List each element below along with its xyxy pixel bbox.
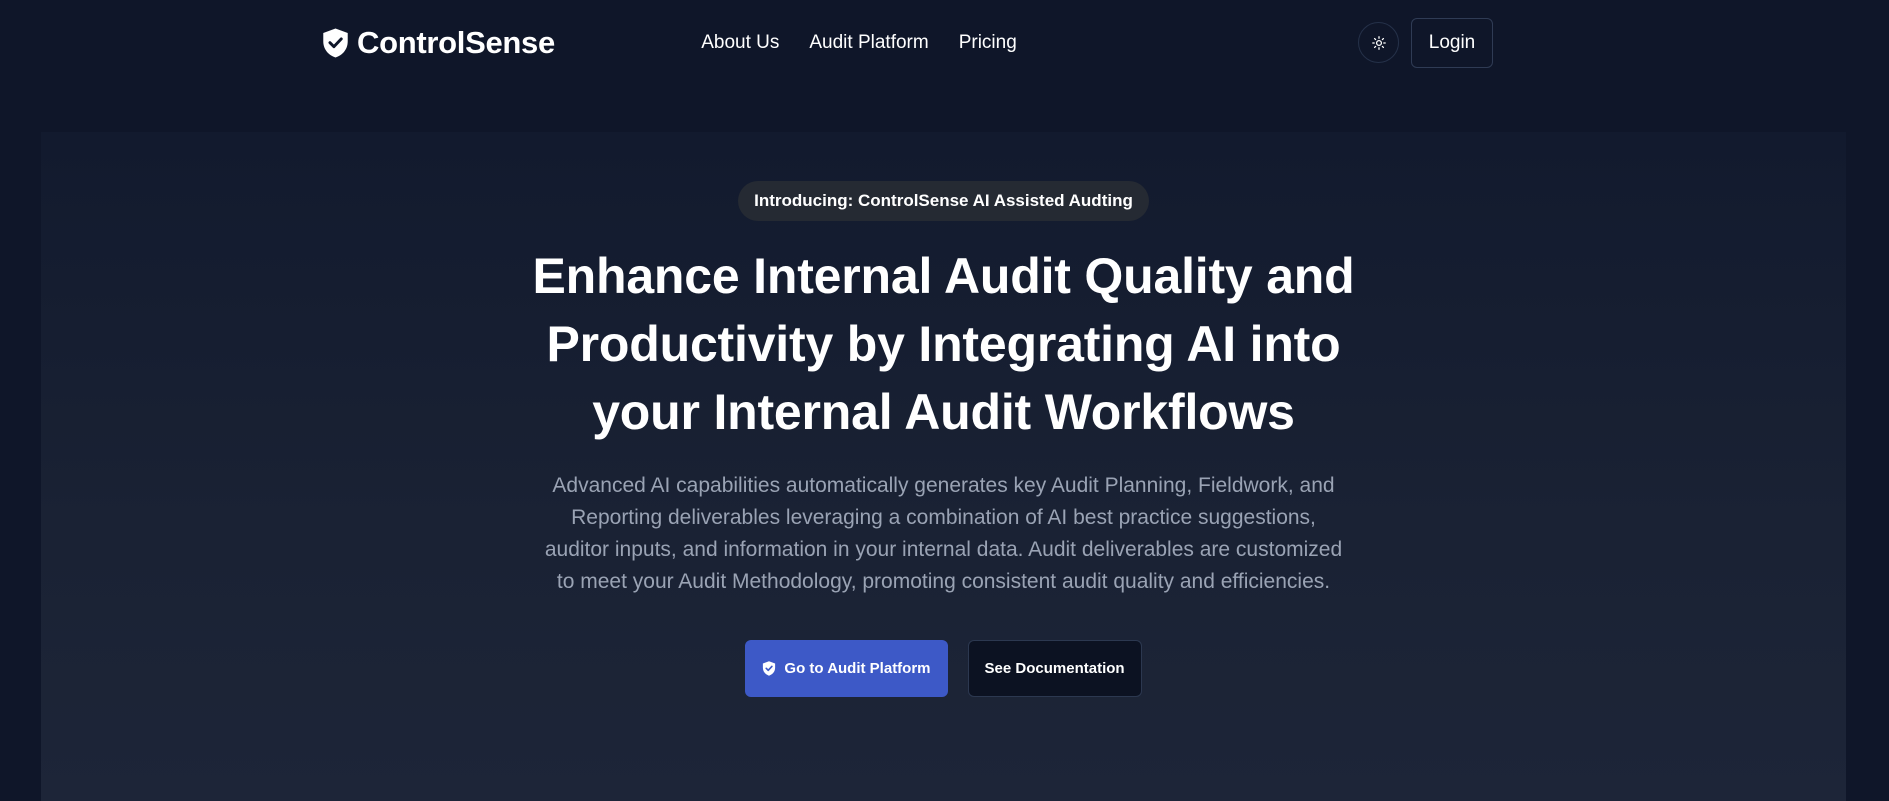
- nav-link-pricing[interactable]: Pricing: [959, 30, 1017, 56]
- shield-check-icon: [323, 28, 348, 58]
- login-button[interactable]: Login: [1411, 18, 1493, 68]
- hero-description: Advanced AI capabilities automatically g…: [544, 474, 1343, 593]
- hero-title-line-1: Enhance Internal Audit Quality and: [532, 248, 1355, 304]
- hero-content: Introducing: ControlSense AI Assisted Au…: [41, 132, 1846, 697]
- see-documentation-button[interactable]: See Documentation: [967, 640, 1142, 697]
- hero-section: Introducing: ControlSense AI Assisted Au…: [41, 132, 1846, 801]
- hero-title: Enhance Internal Audit Quality and Produ…: [494, 242, 1394, 446]
- go-to-audit-platform-label: Go to Audit Platform: [784, 660, 931, 677]
- sun-icon: [1371, 35, 1386, 50]
- main-nav: About Us Audit Platform Pricing: [0, 30, 1889, 56]
- nav-link-about-us[interactable]: About Us: [701, 30, 779, 56]
- theme-toggle-button[interactable]: [1358, 22, 1399, 63]
- go-to-audit-platform-button[interactable]: Go to Audit Platform: [745, 640, 948, 697]
- hero-title-line-3: your Internal Audit Workflows: [592, 384, 1295, 440]
- hero-title-line-2: Productivity by Integrating AI into: [546, 316, 1341, 372]
- cta-group: Go to Audit Platform See Documentation: [745, 640, 1142, 697]
- brand-logo[interactable]: ControlSense: [322, 22, 555, 64]
- shield-check-icon: [763, 661, 776, 676]
- site-header: ControlSense About Us Audit Platform Pri…: [0, 0, 1889, 86]
- brand-name: ControlSense: [357, 25, 555, 60]
- nav-link-audit-platform[interactable]: Audit Platform: [809, 30, 928, 56]
- announcement-badge[interactable]: Introducing: ControlSense AI Assisted Au…: [738, 181, 1149, 221]
